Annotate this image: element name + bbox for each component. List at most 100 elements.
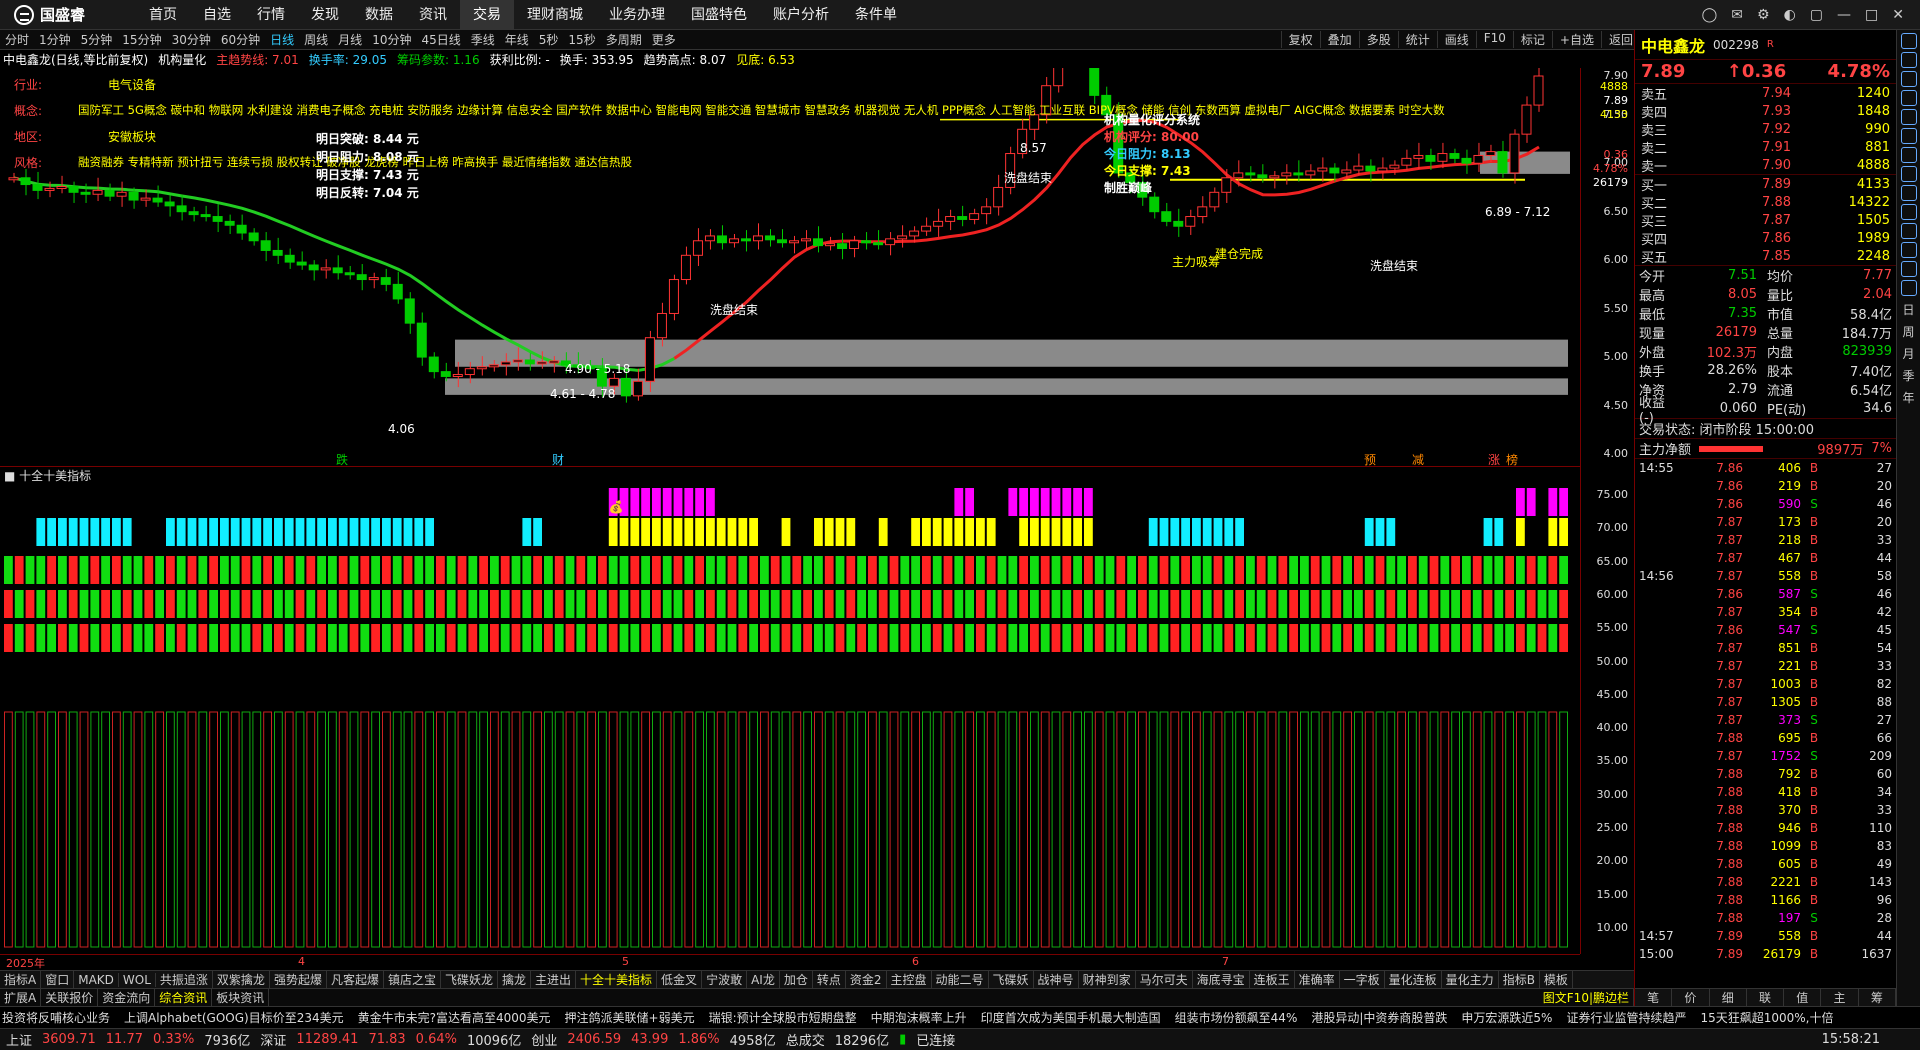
indicator-tab[interactable]: 窗口: [41, 971, 75, 988]
indicator-tab[interactable]: 加仓: [780, 971, 813, 988]
quote-panel-tab[interactable]: 筹: [1859, 989, 1896, 1006]
indicator-tab[interactable]: 双紫擒龙: [213, 971, 270, 988]
tick-list[interactable]: 14:55 7.86 406 B 27 7.86 219 B 20 7.86 590 S 46 7.87 1…: [1635, 459, 1896, 963]
toolbar-button[interactable]: 复权: [1280, 31, 1320, 48]
quote-panel-tab[interactable]: 细: [1710, 989, 1747, 1006]
sidebar-period[interactable]: 日: [1897, 299, 1920, 321]
indicator-tab[interactable]: 连板王: [1250, 971, 1295, 988]
f10-link[interactable]: 图文F10|鹏边栏: [1539, 989, 1634, 1006]
period-tab[interactable]: 分时: [0, 31, 34, 48]
period-tab[interactable]: 周线: [299, 31, 333, 48]
order-row[interactable]: 卖二 7.91 881: [1635, 138, 1896, 157]
extension-tab[interactable]: 板块资讯: [212, 989, 270, 1006]
indicator-tab[interactable]: 转点: [813, 971, 846, 988]
indicator-tab[interactable]: 低金叉: [657, 971, 703, 988]
order-row[interactable]: 卖三 7.92 990: [1635, 120, 1896, 139]
period-tab[interactable]: 季线: [466, 31, 500, 48]
news-item[interactable]: 15天狂飙超1000%,十倍: [1700, 1009, 1833, 1026]
period-tab[interactable]: 15秒: [563, 31, 600, 48]
period-tab[interactable]: 45日线: [416, 31, 465, 48]
period-tab[interactable]: 多周期: [601, 31, 647, 48]
order-row[interactable]: 买四 7.86 1989: [1635, 229, 1896, 248]
menu-item[interactable]: 自选: [190, 0, 244, 30]
maximize-icon[interactable]: □: [1865, 7, 1878, 23]
indicator-tab[interactable]: 强势起爆: [270, 971, 327, 988]
period-tab[interactable]: 5秒: [534, 31, 564, 48]
sidebar-tool-icon[interactable]: [1900, 223, 1917, 239]
indicator-tab[interactable]: 宁波敢: [702, 971, 748, 988]
menu-item[interactable]: 交易: [460, 0, 514, 30]
news-item[interactable]: 组装市场份额飙至44%: [1175, 1009, 1298, 1026]
order-row[interactable]: 卖四 7.93 1848: [1635, 102, 1896, 121]
menu-item[interactable]: 行情: [244, 0, 298, 30]
candlestick-chart[interactable]: 8.57 4.06 4.90 - 5.18 4.61 - 4.78 6.89 - 7.1…: [0, 68, 1580, 466]
sidebar-period[interactable]: 季: [1897, 365, 1920, 387]
settings-icon[interactable]: ⚙: [1757, 7, 1770, 23]
order-row[interactable]: 卖一 7.90 4888: [1635, 156, 1896, 175]
indicator-tab[interactable]: 指标B: [1499, 971, 1540, 988]
indicator-tab[interactable]: 主控盘: [887, 971, 932, 988]
lock-icon[interactable]: ▢: [1810, 7, 1823, 23]
chat-icon[interactable]: ◯: [1702, 7, 1718, 23]
toolbar-button[interactable]: 叠加: [1319, 31, 1359, 48]
toolbar-button[interactable]: 统计: [1397, 31, 1437, 48]
news-item[interactable]: 证券行业监管持续趋严: [1566, 1009, 1686, 1026]
minimize-icon[interactable]: —: [1837, 7, 1851, 23]
news-item[interactable]: 黄金牛市未完?富达看高至4000美元: [358, 1009, 551, 1026]
news-item[interactable]: 印度首次成为美国手机最大制造国: [981, 1009, 1161, 1026]
menu-item[interactable]: 资讯: [406, 0, 460, 30]
sz-label[interactable]: 深证: [260, 1030, 286, 1049]
period-tab[interactable]: 60分钟: [216, 31, 265, 48]
period-tab[interactable]: 1分钟: [34, 31, 76, 48]
indicator-tab[interactable]: 飞碟妖: [989, 971, 1034, 988]
indicator-tab[interactable]: 擒龙: [498, 971, 532, 988]
sidebar-tool-icon[interactable]: [1900, 52, 1917, 68]
toolbar-button[interactable]: +自选: [1551, 31, 1601, 48]
indicator-tab[interactable]: 准确率: [1295, 971, 1340, 988]
sidebar-tool-icon[interactable]: [1900, 185, 1917, 201]
toolbar-button[interactable]: F10: [1475, 31, 1513, 48]
news-item[interactable]: 中期泡沫概率上升: [871, 1009, 967, 1026]
sidebar-period[interactable]: 月: [1897, 343, 1920, 365]
indicator-tab[interactable]: 马尔可夫: [1136, 971, 1193, 988]
skin-icon[interactable]: ◐: [1784, 7, 1796, 23]
order-row[interactable]: 买三 7.87 1505: [1635, 211, 1896, 230]
extension-tab[interactable]: 资金流向: [98, 989, 156, 1006]
indicator-title[interactable]: ■ 十全十美指标: [0, 466, 1580, 484]
period-tab[interactable]: 月线: [333, 31, 367, 48]
sidebar-tool-icon[interactable]: [1900, 166, 1917, 182]
news-item[interactable]: 港股异动|中资券商股普跌: [1311, 1009, 1447, 1026]
order-row[interactable]: 买五 7.85 2248: [1635, 247, 1896, 266]
menu-item[interactable]: 业务办理: [596, 0, 678, 30]
quote-panel-tab[interactable]: 联: [1747, 989, 1785, 1006]
toolbar-button[interactable]: 多股: [1358, 31, 1398, 48]
sidebar-tool-icon[interactable]: [1900, 147, 1917, 163]
menu-item[interactable]: 首页: [136, 0, 190, 30]
sidebar-period[interactable]: 年: [1897, 387, 1920, 409]
indicator-tab[interactable]: 镇店之宝: [384, 971, 441, 988]
menu-item[interactable]: 发现: [298, 0, 352, 30]
indicator-tab[interactable]: 凡客起爆: [327, 971, 384, 988]
period-tab[interactable]: 更多: [647, 31, 681, 48]
sidebar-tool-icon[interactable]: [1900, 33, 1917, 49]
mail-icon[interactable]: ✉: [1731, 7, 1743, 23]
period-tab[interactable]: 30分钟: [167, 31, 216, 48]
menu-item[interactable]: 数据: [352, 0, 406, 30]
quote-panel-tab[interactable]: 笔: [1635, 989, 1673, 1006]
sidebar-tool-icon[interactable]: [1900, 204, 1917, 220]
period-tab[interactable]: 5分钟: [76, 31, 118, 48]
indicator-tab[interactable]: MAKD: [74, 972, 119, 987]
indicator-tab[interactable]: 主进出: [531, 971, 577, 988]
indicator-tab[interactable]: 战神号: [1034, 971, 1079, 988]
menu-item[interactable]: 国盛特色: [678, 0, 760, 30]
indicator-tab[interactable]: 财神到家: [1079, 971, 1136, 988]
extension-tab[interactable]: 扩展A: [0, 989, 42, 1006]
extension-tab[interactable]: 关联报价: [41, 989, 99, 1006]
indicator-tab[interactable]: 量化主力: [1442, 971, 1499, 988]
extension-tab[interactable]: 综合资讯: [155, 989, 213, 1006]
news-item[interactable]: 押注鸽派美联储+弱美元: [565, 1009, 695, 1026]
quote-panel-tab[interactable]: 主: [1821, 989, 1859, 1006]
period-tab[interactable]: 15分钟: [117, 31, 166, 48]
news-item[interactable]: 瑞银:预计全球股市短期盘整: [709, 1009, 857, 1026]
indicator-tab[interactable]: 共振追涨: [156, 971, 213, 988]
